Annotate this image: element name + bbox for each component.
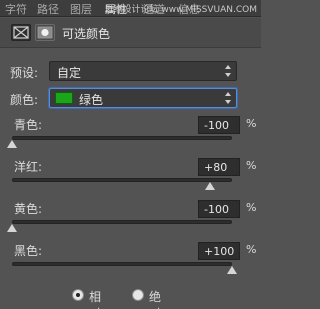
relative-label: 相对 — [89, 290, 102, 309]
cyan-label: 青色: — [14, 118, 43, 132]
black-slider-thumb[interactable] — [227, 266, 237, 274]
preset-value: 自定 — [57, 66, 82, 80]
magenta-slider-track[interactable] — [12, 178, 232, 182]
black-input[interactable]: +100 — [198, 242, 240, 260]
preset-label: 预设: — [10, 66, 39, 80]
relative-radio[interactable] — [72, 289, 84, 301]
cyan-unit: % — [246, 117, 257, 130]
preset-select[interactable]: 自定 — [49, 61, 237, 81]
black-label: 黑色: — [14, 244, 43, 258]
panel-title: 可选颜色 — [62, 27, 111, 41]
tab-character[interactable]: 字符 — [5, 1, 27, 17]
absolute-label: 绝对 — [149, 290, 162, 309]
cyan-slider-thumb[interactable] — [7, 140, 17, 148]
black-unit: % — [246, 243, 257, 256]
watermark: 思缘设计论坛 www.MISSVUAN.COM — [104, 5, 257, 15]
tab-paths[interactable]: 路径 — [37, 1, 59, 17]
selective-color-icon — [13, 26, 29, 39]
panel-tab-bar: 字符 路径 图层 属性 通道 信息 思缘设计论坛 www.MISSVUAN.CO… — [0, 0, 261, 17]
cyan-input[interactable]: -100 — [198, 116, 240, 134]
magenta-unit: % — [246, 159, 257, 172]
magenta-label: 洋红: — [14, 160, 43, 174]
updown-arrow-icon — [225, 65, 231, 77]
black-slider-track[interactable] — [12, 262, 232, 266]
absolute-radio[interactable] — [132, 289, 144, 301]
properties-header: 可选颜色 — [0, 18, 261, 48]
tab-layers[interactable]: 图层 — [70, 1, 92, 17]
colors-value: 绿色 — [79, 93, 104, 107]
yellow-slider-thumb[interactable] — [7, 224, 17, 232]
cyan-slider-track[interactable] — [12, 136, 232, 140]
magenta-input[interactable]: +80 — [198, 158, 240, 176]
yellow-label: 黄色: — [14, 202, 43, 216]
magenta-slider-thumb[interactable] — [205, 182, 215, 190]
yellow-slider-track[interactable] — [12, 220, 232, 224]
updown-arrow-icon — [225, 92, 231, 104]
mask-icon[interactable] — [35, 24, 55, 41]
adjustment-icon[interactable] — [11, 24, 31, 41]
yellow-unit: % — [246, 201, 257, 214]
layer-mask-icon — [37, 26, 53, 39]
yellow-input[interactable]: -100 — [198, 200, 240, 218]
colors-select[interactable]: 绿色 — [49, 88, 237, 108]
color-swatch — [55, 92, 73, 104]
colors-label: 颜色: — [10, 93, 39, 107]
